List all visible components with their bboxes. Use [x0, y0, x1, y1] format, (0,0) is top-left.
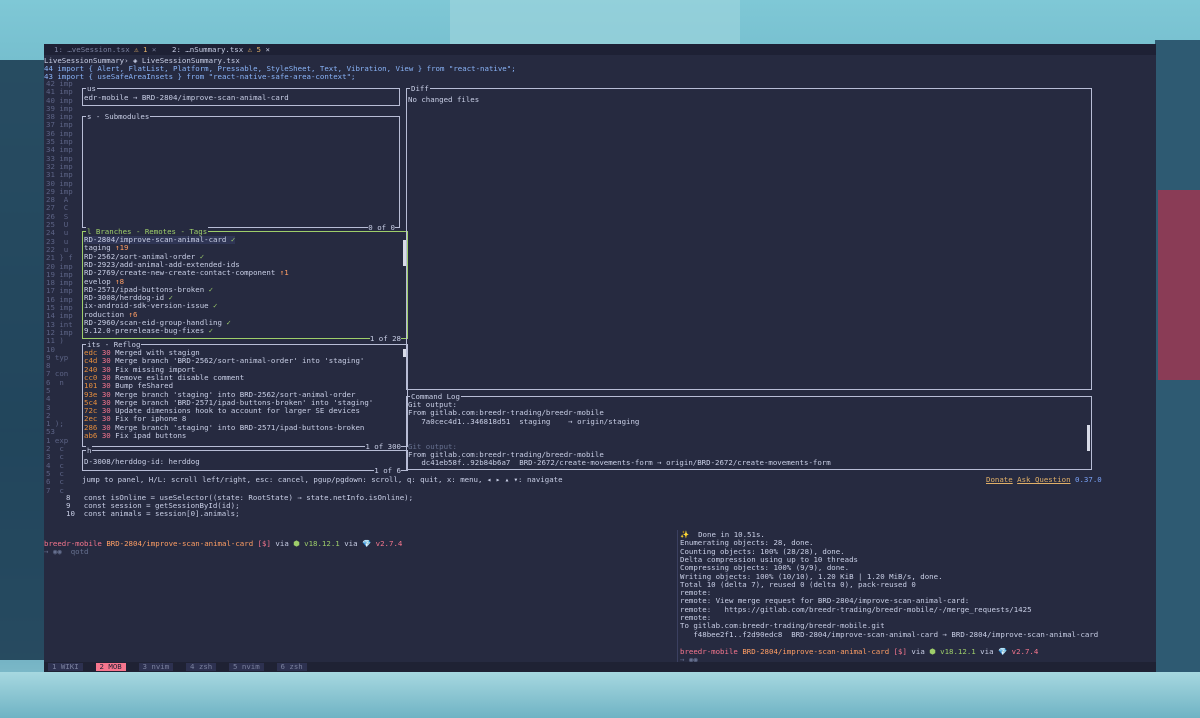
stash-count: 1 of 6	[374, 466, 401, 475]
editor-tab-1[interactable]: 1: …veSession.tsx ⚠ 1 ×	[54, 45, 156, 55]
gutter-line: 6 n	[46, 377, 64, 387]
tmux-window-tab[interactable]: 3 nvim	[138, 663, 174, 671]
left-shell-command[interactable]: → ◉◉ qotd	[44, 547, 89, 556]
files-panel-title: s - Submodules	[86, 112, 151, 121]
files-panel[interactable]: s - Submodules 0 of 0	[82, 112, 400, 232]
commit-item[interactable]: ab6 30 Fix ipad buttons	[84, 431, 186, 440]
editor-gutter: 42 imp 41 imp 40 imp 39 imp 38 imp 37 imp 36 i…	[46, 79, 73, 495]
editor-tab-2[interactable]: 2: …nSummary.tsx ⚠ 5 ×	[172, 45, 270, 55]
tmux-window-tab[interactable]: 2 MOB	[95, 663, 126, 671]
ask-question-link[interactable]: Ask Question	[1017, 475, 1070, 484]
command-log-line: 7a0cec4d1..346818d51 staging → origin/st…	[408, 416, 640, 426]
command-log-line: dc41eb58f..92b84b6a7 BRD-2672/create-mov…	[408, 458, 831, 468]
branches-panel[interactable]: l Branches - Remotes - Tags RD-2804/impr…	[82, 227, 408, 343]
donate-link[interactable]: Donate	[986, 475, 1013, 484]
gutter-line: 4	[46, 394, 51, 404]
right-shell-prompt: breedr-mobile BRD-2804/improve-scan-anim…	[680, 647, 1039, 656]
version-label: 0.37.0	[1075, 475, 1102, 484]
background-art-pink	[1158, 190, 1200, 380]
background-art-left	[0, 60, 48, 660]
stash-item[interactable]: D-3008/herddog-id: herddog	[84, 457, 200, 466]
pane-divider[interactable]	[677, 530, 678, 662]
branch-item[interactable]: 9.12.0-prerelease-bug-fixes ✓	[84, 327, 213, 335]
code-line-43: 43 import { useSafeAreaInsets } from "re…	[44, 72, 356, 81]
command-log-panel[interactable]: Command Log Git output: From gitlab.com:b…	[406, 392, 1092, 470]
terminal-window: 1: …veSession.tsx ⚠ 1 × 2: …nSummary.tsx…	[44, 44, 1156, 672]
shell-output-line: remote: https://gitlab.com/breedr-tradin…	[680, 604, 1032, 614]
status-panel-title: us	[86, 84, 97, 93]
background-art-floor	[0, 672, 1200, 718]
shell-output-line: f48bee2f1..f2d90edc8 BRD-2804/improve-sc…	[680, 629, 1099, 639]
stash-panel-title: h	[86, 446, 93, 455]
diff-panel-title: Diff	[410, 84, 430, 93]
code-line-10: 10 const animals = session[0].animals;	[66, 509, 240, 518]
branches-count: 1 of 28	[369, 334, 401, 343]
keybinding-help: jump to panel, H/L: scroll left/right, e…	[82, 475, 563, 484]
gutter-line: 9 typ	[46, 352, 69, 362]
tmux-window-tab[interactable]: 1 WIKI	[48, 663, 83, 671]
gutter-line: 5	[46, 385, 51, 395]
command-log-scrollbar[interactable]	[1087, 425, 1090, 451]
background-art-top	[450, 0, 740, 44]
editor-tab-bar: 1: …veSession.tsx ⚠ 1 × 2: …nSummary.tsx…	[44, 44, 1156, 55]
tmux-window-tab[interactable]: 4 zsh	[186, 663, 217, 671]
diff-panel[interactable]: Diff No changed files	[406, 84, 1092, 390]
tmux-window-tab[interactable]: 5 nvim	[229, 663, 264, 671]
status-panel[interactable]: us edr-mobile → BRD-2804/improve-scan-an…	[82, 84, 400, 106]
left-shell-prompt: breedr-mobile BRD-2804/improve-scan-anim…	[44, 539, 403, 548]
tmux-window-tab[interactable]: 6 zsh	[276, 663, 307, 671]
gutter-line: 3	[46, 402, 51, 412]
status-text: edr-mobile → BRD-2804/improve-scan-anima…	[84, 93, 289, 102]
tmux-status-bar: 1 WIKI 2 MOB 3 nvim 4 zsh 5 nvim 6 zsh	[44, 662, 1156, 672]
stash-panel[interactable]: h D-3008/herddog-id: herddog 1 of 6	[82, 446, 408, 475]
lazygit-links: Donate Ask Question 0.37.0	[986, 475, 1102, 484]
commits-panel[interactable]: its - Reflog edc 30 Merged with stagign c…	[82, 340, 408, 451]
diff-text: No changed files	[408, 95, 480, 104]
shell-output-line: Total 10 (delta 7), reused 0 (delta 0), …	[680, 579, 916, 589]
